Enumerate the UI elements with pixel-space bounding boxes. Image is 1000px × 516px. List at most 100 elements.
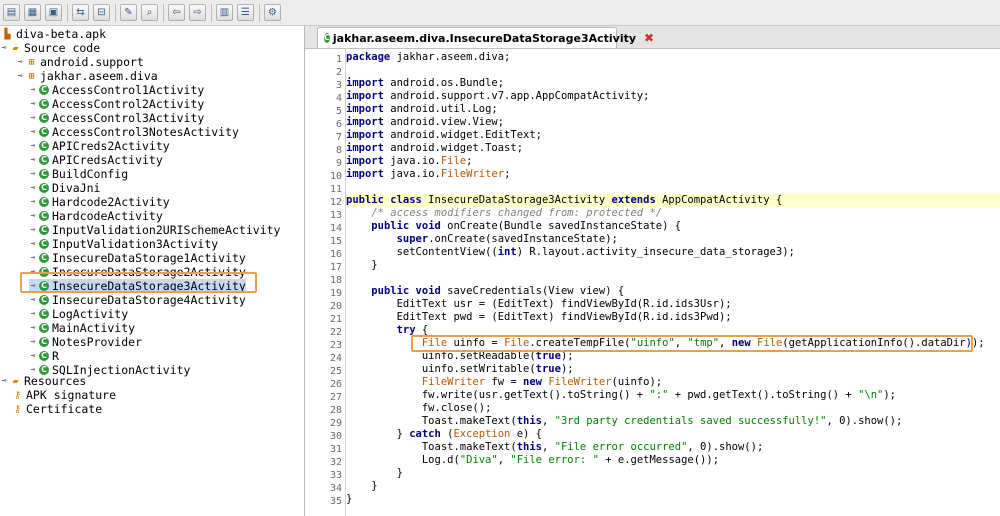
back-icon[interactable]: ⇦ — [168, 4, 185, 21]
tree-class-item[interactable]: ⊸ C LogActivity — [29, 307, 129, 321]
tree-node-resources[interactable]: ⊸ ▰ Resources — [0, 374, 87, 388]
expand-toggle-icon[interactable]: ⊸ — [0, 374, 8, 388]
tree-class-item[interactable]: ⊸ C Hardcode2Activity — [29, 195, 170, 209]
expand-toggle-icon[interactable]: ⊸ — [29, 237, 37, 251]
sync-icon[interactable]: ⇆ — [72, 4, 89, 21]
save-icon[interactable]: ▥ — [216, 4, 233, 21]
tree-node-apk-signature[interactable]: ⚷ APK signature — [12, 388, 116, 402]
save-all-icon[interactable]: ▦ — [24, 4, 41, 21]
expand-toggle-icon[interactable]: ⊸ — [29, 209, 37, 223]
code-token: extends — [611, 194, 656, 206]
tree-class-item[interactable]: ⊸ C AccessControl3NotesActivity — [29, 125, 239, 139]
log-icon[interactable]: ☰ — [237, 4, 254, 21]
line-number: 24 — [329, 353, 342, 364]
tree-class-label: Hardcode2Activity — [52, 195, 170, 209]
code-token: + e.getMessage()); — [598, 454, 720, 466]
code-token: .onCreate(savedInstanceState); — [428, 233, 618, 245]
tree-class-item[interactable]: ⊸ C InsecureDataStorage1Activity — [29, 251, 246, 265]
tree-node-source-code[interactable]: ⊸ ▰ Source code — [0, 41, 101, 55]
code-line: public void onCreate(Bundle savedInstanc… — [346, 220, 681, 233]
tree-class-item[interactable]: ⊸ C R — [29, 349, 59, 363]
line-number: 25 — [329, 366, 342, 377]
tree-class-item[interactable]: ⊸ C AccessControl1Activity — [29, 83, 205, 97]
tree-class-item[interactable]: ⊸ C NotesProvider — [29, 335, 142, 349]
class-icon: C — [39, 99, 49, 109]
code-token: FileWriter — [440, 168, 505, 180]
tree-class-label: LogActivity — [52, 307, 129, 321]
tree-class-item[interactable]: ⊸ C InputValidation3Activity — [29, 237, 219, 251]
line-number: 1 — [335, 54, 342, 65]
zoom-icon[interactable]: ⌕ — [141, 4, 158, 21]
export-icon[interactable]: ▣ — [45, 4, 62, 21]
open-file-icon[interactable]: ▤ — [3, 4, 20, 21]
code-line: import android.view.View; — [346, 116, 504, 129]
expand-toggle-icon[interactable]: ⊸ — [16, 69, 24, 83]
project-tree[interactable]: ▙ diva-beta.apk ⊸ ▰ Source code ⊸ ⊞ andr… — [0, 26, 305, 516]
tree-node-certificate[interactable]: ⚷ Certificate — [12, 402, 102, 416]
tree-root-apk[interactable]: ▙ diva-beta.apk — [2, 27, 106, 41]
line-number: 13 — [329, 210, 342, 221]
code-token: this — [516, 415, 542, 427]
search-icon[interactable]: ✎ — [120, 4, 137, 21]
line-number: 6 — [335, 119, 342, 130]
expand-toggle-icon[interactable]: ⊸ — [29, 223, 37, 237]
expand-toggle-icon[interactable]: ⊸ — [29, 251, 37, 265]
code-token: jakhar.aseem.diva; — [390, 51, 511, 63]
expand-toggle-icon[interactable]: ⊸ — [29, 167, 37, 181]
tree-class-item[interactable]: ⊸ C BuildConfig — [29, 167, 129, 181]
expand-toggle-icon[interactable]: ⊸ — [29, 153, 37, 167]
expand-toggle-icon[interactable]: ⊸ — [29, 195, 37, 209]
expand-toggle-icon[interactable]: ⊸ — [16, 55, 24, 69]
line-number: 3 — [335, 80, 342, 91]
tree-class-item[interactable]: ⊸ C InsecureDataStorage4Activity — [29, 293, 246, 307]
close-icon[interactable]: ✖ — [644, 31, 654, 45]
code-token: java.io. — [383, 168, 441, 180]
tree-class-label: InsecureDataStorage4Activity — [52, 293, 246, 307]
expand-toggle-icon[interactable]: ⊸ — [0, 41, 8, 55]
expand-toggle-icon[interactable]: ⊸ — [29, 349, 37, 363]
code-token: import — [346, 155, 384, 167]
expand-toggle-icon[interactable]: ⊸ — [29, 307, 37, 321]
code-token: android.view.View; — [383, 116, 505, 128]
expand-toggle-icon[interactable]: ⊸ — [29, 97, 37, 111]
tree-node-package[interactable]: ⊸ ⊞ android.support — [16, 55, 144, 69]
expand-toggle-icon[interactable]: ⊸ — [29, 111, 37, 125]
expand-toggle-icon[interactable]: ⊸ — [29, 181, 37, 195]
tab-insecure-data-storage3[interactable]: C jakhar.aseem.diva.InsecureDataStorage3… — [317, 27, 654, 48]
tree-class-label: R — [52, 349, 59, 363]
expand-toggle-icon[interactable]: ⊸ — [29, 335, 37, 349]
tree-node-package[interactable]: ⊸ ⊞ jakhar.aseem.diva — [16, 69, 158, 83]
tree-class-label: AccessControl3NotesActivity — [52, 125, 239, 139]
key-icon: ⚷ — [13, 403, 22, 415]
collapse-icon[interactable]: ⊟ — [93, 4, 110, 21]
expand-toggle-icon[interactable]: ⊸ — [29, 139, 37, 153]
tree-class-item[interactable]: ⊸ C AccessControl3Activity — [29, 111, 205, 125]
tree-class-item[interactable]: ⊸ C HardcodeActivity — [29, 209, 163, 223]
code-line: fw.close(); — [346, 402, 492, 415]
tree-node-label: android.support — [40, 55, 144, 69]
class-icon: C — [39, 351, 49, 361]
tree-class-item[interactable]: ⊸ C DivaJni — [29, 181, 101, 195]
code-area[interactable]: package jakhar.aseem.diva; import android… — [346, 48, 1000, 516]
class-icon: C — [39, 295, 49, 305]
code-token: Toast.makeText( — [346, 415, 517, 427]
expand-toggle-icon[interactable]: ⊸ — [29, 125, 37, 139]
tree-class-item[interactable]: ⊸ C MainActivity — [29, 321, 136, 335]
code-token: import — [346, 77, 384, 89]
preferences-icon[interactable]: ⚙ — [264, 4, 281, 21]
line-number: 19 — [329, 288, 342, 299]
code-token: FileWriter — [548, 376, 612, 388]
tree-class-item[interactable]: ⊸ C APICredsActivity — [29, 153, 163, 167]
expand-toggle-icon[interactable]: ⊸ — [29, 83, 37, 97]
expand-toggle-icon[interactable]: ⊸ — [29, 293, 37, 307]
tree-class-item[interactable]: ⊸ C InputValidation2URISchemeActivity — [29, 223, 281, 237]
line-number: 10 — [329, 171, 342, 182]
tree-class-item[interactable]: ⊸ C AccessControl2Activity — [29, 97, 205, 111]
expand-toggle-icon[interactable]: ⊸ — [29, 321, 37, 335]
forward-icon[interactable]: ⇨ — [189, 4, 206, 21]
toolbar-divider — [211, 3, 212, 22]
tree-class-item[interactable]: ⊸ C APICreds2Activity — [29, 139, 170, 153]
apk-icon: ▙ — [4, 28, 11, 40]
